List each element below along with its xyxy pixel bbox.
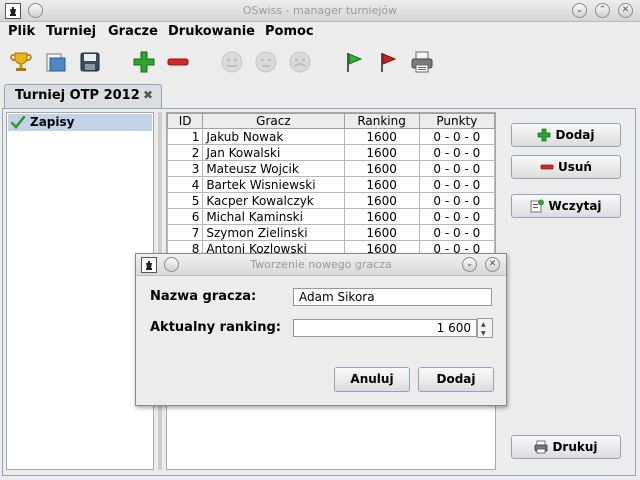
cell-id: 3 — [167, 160, 204, 177]
cell-ranking: 1600 — [343, 192, 420, 209]
open-icon[interactable] — [44, 50, 68, 74]
table-row[interactable]: 5 Kacper Kowalczyk 1600 0 - 0 - 0 — [167, 192, 495, 209]
print-button[interactable]: Drukuj — [511, 435, 621, 459]
remove-icon — [540, 164, 554, 170]
cell-player: Michal Kaminski — [202, 208, 345, 225]
cell-points: 0 - 0 - 0 — [418, 176, 495, 193]
menu-plik[interactable]: Plik — [8, 24, 35, 39]
print-icon[interactable] — [410, 50, 434, 74]
column-header-id[interactable]: ID — [167, 113, 204, 129]
column-header-ranking[interactable]: Ranking — [343, 113, 420, 129]
table-row[interactable]: 4 Bartek Wisniewski 1600 0 - 0 - 0 — [167, 176, 495, 193]
spin-up-icon[interactable]: ▲ — [481, 321, 486, 328]
dialog-minimize-button[interactable]: ⌄ — [462, 257, 477, 272]
cell-ranking: 1600 — [343, 208, 420, 225]
remove-player-button[interactable]: Usuń — [511, 155, 621, 179]
print-icon — [535, 440, 548, 454]
import-icon — [531, 199, 545, 213]
cell-points: 0 - 0 - 0 — [418, 224, 495, 241]
add-icon[interactable] — [132, 50, 156, 74]
tab-label: Turniej OTP 2012 — [15, 88, 140, 103]
cell-ranking: 1600 — [343, 160, 420, 177]
cell-player: Szymon Zielinski — [202, 224, 345, 241]
cell-player: Jan Kowalski — [202, 144, 345, 161]
dialog-close-button[interactable]: ✕ — [485, 257, 500, 272]
remove-icon[interactable] — [166, 50, 190, 74]
print-label: Drukuj — [552, 440, 598, 454]
ranking-input[interactable]: 1 600 — [293, 319, 477, 337]
table-row[interactable]: 7 Szymon Zielinski 1600 0 - 0 - 0 — [167, 224, 495, 241]
dialog-titlebar: Tworzenie nowego gracza ⌄ ✕ — [136, 254, 506, 276]
table-row[interactable]: 3 Mateusz Wojcik 1600 0 - 0 - 0 — [167, 160, 495, 177]
sidebar-list: Zapisy — [6, 112, 154, 470]
cell-player: Bartek Wisniewski — [202, 176, 345, 193]
sidebar-item-zapisy[interactable]: Zapisy — [8, 114, 152, 131]
red-flag-icon[interactable] — [376, 50, 400, 74]
column-header-points[interactable]: Punkty — [418, 113, 495, 129]
cell-points: 0 - 0 - 0 — [418, 128, 495, 145]
add-player-button[interactable]: Dodaj — [511, 123, 621, 147]
spin-down-icon[interactable]: ▼ — [481, 330, 486, 337]
ranking-label: Aktualny ranking: — [150, 320, 281, 335]
cell-ranking: 1600 — [343, 176, 420, 193]
menu-turniej[interactable]: Turniej — [46, 24, 96, 39]
new-player-dialog: Tworzenie nowego gracza ⌄ ✕ Nazwa gracza… — [135, 253, 507, 406]
load-players-label: Wczytaj — [548, 199, 602, 213]
tab-tournament[interactable]: Turniej OTP 2012 ✖ — [4, 84, 162, 108]
cell-id: 4 — [167, 176, 204, 193]
cell-player: Mateusz Wojcik — [202, 160, 345, 177]
cell-points: 0 - 0 - 0 — [418, 208, 495, 225]
maximize-button[interactable]: ⌃ — [595, 3, 610, 18]
cell-player: Jakub Nowak — [202, 128, 345, 145]
smiley-1-icon[interactable] — [220, 50, 244, 74]
cell-id: 1 — [167, 128, 204, 145]
toolbar — [0, 42, 640, 82]
check-icon — [11, 116, 25, 129]
menu-bar: Plik Turniej Gracze Drukowanie Pomoc — [0, 22, 640, 42]
players-table-body: 1 Jakub Nowak 1600 0 - 0 - 0 2 Jan Kowalski 16… — [167, 128, 495, 257]
window-titlebar: OSwiss - manager turniejów ⌄ ⌃ ✕ — [0, 0, 640, 22]
cell-id: 6 — [167, 208, 204, 225]
cell-points: 0 - 0 - 0 — [418, 144, 495, 161]
cell-id: 5 — [167, 192, 204, 209]
smiley-2-icon[interactable] — [254, 50, 278, 74]
close-button[interactable]: ✕ — [618, 3, 633, 18]
table-row[interactable]: 2 Jan Kowalski 1600 0 - 0 - 0 — [167, 144, 495, 161]
tab-close-icon[interactable]: ✖ — [143, 88, 153, 102]
add-player-label: Dodaj — [555, 128, 595, 142]
players-table: ID Gracz Ranking Punkty 1 Jakub Nowak 1600… — [167, 113, 495, 257]
player-name-label: Nazwa gracza: — [150, 289, 257, 304]
cell-id: 7 — [167, 224, 204, 241]
cancel-button[interactable]: Anuluj — [334, 367, 410, 392]
confirm-add-button[interactable]: Dodaj — [418, 367, 494, 392]
table-row[interactable]: 6 Michal Kaminski 1600 0 - 0 - 0 — [167, 208, 495, 225]
remove-player-label: Usuń — [558, 160, 592, 174]
ranking-spinner[interactable]: ▲ ▼ — [477, 318, 493, 338]
column-header-player[interactable]: Gracz — [202, 113, 345, 129]
cell-points: 0 - 0 - 0 — [418, 160, 495, 177]
table-row[interactable]: 1 Jakub Nowak 1600 0 - 0 - 0 — [167, 128, 495, 145]
add-icon — [538, 128, 551, 142]
player-name-input[interactable]: Adam Sikora — [293, 288, 492, 306]
trophy-icon[interactable] — [9, 50, 33, 74]
green-flag-icon[interactable] — [342, 50, 366, 74]
minimize-button[interactable]: ⌄ — [572, 3, 587, 18]
dialog-title: Tworzenie nowego gracza — [250, 258, 392, 271]
cell-points: 0 - 0 - 0 — [418, 192, 495, 209]
smiley-3-icon[interactable] — [288, 50, 312, 74]
menu-pomoc[interactable]: Pomoc — [265, 24, 314, 39]
cell-ranking: 1600 — [343, 224, 420, 241]
cell-player: Kacper Kowalczyk — [202, 192, 345, 209]
load-players-button[interactable]: Wczytaj — [511, 194, 621, 218]
cell-id: 2 — [167, 144, 204, 161]
menu-gracze[interactable]: Gracze — [108, 24, 158, 39]
menu-drukowanie[interactable]: Drukowanie — [168, 24, 255, 39]
cell-ranking: 1600 — [343, 128, 420, 145]
cell-ranking: 1600 — [343, 144, 420, 161]
sidebar-item-label: Zapisy — [30, 115, 75, 129]
save-icon[interactable] — [78, 50, 102, 74]
window-title: OSwiss - manager turniejów — [242, 4, 398, 17]
